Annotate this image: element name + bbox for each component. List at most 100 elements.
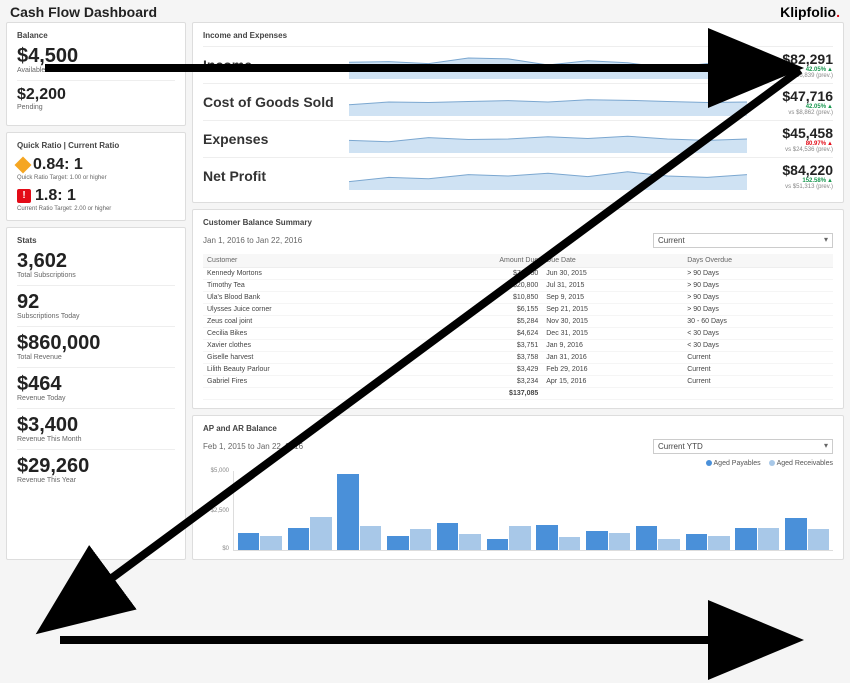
bar-receivables [758, 528, 779, 550]
stat-item: $860,000Total Revenue [17, 333, 175, 361]
bar-receivables [509, 526, 530, 550]
ap-ar-title: AP and AR Balance [203, 424, 833, 433]
bar-group [684, 471, 732, 550]
bar-group [535, 471, 583, 550]
bar-payables [288, 528, 309, 550]
income-right: $45,45880.97%vs $24,536 (prev.) [753, 125, 833, 153]
dashboard-container: Balance $4,500 Available $2,200 Pending … [0, 22, 850, 560]
stat-item: $29,260Revenue This Year [17, 456, 175, 484]
page-title: Cash Flow Dashboard [10, 4, 157, 20]
col-overdue[interactable]: Days Overdue [683, 254, 833, 268]
bar-payables [686, 534, 707, 550]
bar-payables [586, 531, 607, 550]
bar-group [734, 471, 782, 550]
income-prev: vs $51,313 (prev.) [753, 184, 833, 190]
table-row[interactable]: Cecilia Bikes$4,624Dec 31, 2015< 30 Days [203, 328, 833, 340]
left-column: Balance $4,500 Available $2,200 Pending … [6, 22, 186, 560]
bar-group [584, 471, 632, 550]
col-due[interactable]: Due Date [542, 254, 683, 268]
income-expenses-card: Income and Expenses Income $82,29142.05%v… [192, 22, 844, 203]
ap-ar-bar-chart [233, 471, 833, 551]
income-prev: vs $56,839 (prev.) [753, 73, 833, 79]
bar-payables [387, 536, 408, 550]
table-row[interactable]: Lilith Beauty Parlour$3,429Feb 29, 2016C… [203, 364, 833, 376]
bar-receivables [708, 536, 729, 550]
cb-date-range: Jan 1, 2016 to Jan 22, 2016 [203, 236, 302, 245]
table-total-row: $137,085 [203, 388, 833, 400]
stat-label: Revenue This Month [17, 436, 175, 443]
income-prev: vs $8,862 (prev.) [753, 110, 833, 116]
col-customer[interactable]: Customer [203, 254, 409, 268]
right-column: Income and Expenses Income $82,29142.05%v… [192, 22, 844, 560]
income-row: Net Profit$84,220152.58%vs $51,313 (prev… [203, 157, 833, 194]
sparkline-chart [349, 162, 747, 190]
stat-label: Total Subscriptions [17, 272, 175, 279]
alert-icon: ! [17, 189, 31, 203]
bar-group [336, 471, 384, 550]
bar-group [236, 471, 284, 550]
stat-value: 3,602 [17, 251, 175, 271]
quick-ratio-row: 0.84: 1 [17, 156, 175, 174]
stat-label: Subscriptions Today [17, 313, 175, 320]
diamond-icon [15, 157, 32, 174]
income-label: Income [203, 57, 343, 73]
bar-group [634, 471, 682, 550]
income-value: $82,291 [753, 51, 833, 67]
quick-ratio-value: 0.84: 1 [33, 156, 83, 174]
income-title: Income and Expenses [203, 31, 833, 40]
logo: Klipfolio. [780, 4, 840, 20]
bar-receivables [260, 536, 281, 550]
stat-value: $860,000 [17, 333, 175, 353]
sparkline-chart [349, 88, 747, 116]
balance-card: Balance $4,500 Available $2,200 Pending [6, 22, 186, 126]
bar-payables [487, 539, 508, 550]
income-label: Cost of Goods Sold [203, 94, 343, 110]
table-row[interactable]: Timothy Tea$20,800Jul 31, 2015> 90 Days [203, 280, 833, 292]
income-label: Expenses [203, 131, 343, 147]
table-row[interactable]: Kennedy Mortons$71,050Jun 30, 2015> 90 D… [203, 268, 833, 280]
stat-label: Total Revenue [17, 354, 175, 361]
income-right: $47,71642.05%vs $8,862 (prev.) [753, 88, 833, 116]
stat-value: 92 [17, 292, 175, 312]
income-right: $82,29142.05%vs $56,839 (prev.) [753, 51, 833, 79]
col-amount[interactable]: Amount Due [409, 254, 542, 268]
cb-select[interactable]: Current [653, 233, 833, 248]
table-row[interactable]: Xavier clothes$3,751Jan 9, 2016< 30 Days [203, 340, 833, 352]
customer-table: Customer Amount Due Due Date Days Overdu… [203, 254, 833, 400]
stats-card: Stats 3,602Total Subscriptions 92Subscrip… [6, 227, 186, 560]
table-row[interactable]: Ulysses Juice corner$6,155Sep 21, 2015> … [203, 304, 833, 316]
bar-payables [636, 526, 657, 550]
bar-group [485, 471, 533, 550]
table-row[interactable]: Ula's Blood Bank$10,850Sep 9, 2015> 90 D… [203, 292, 833, 304]
stat-item: $3,400Revenue This Month [17, 415, 175, 443]
bar-group [385, 471, 433, 550]
stats-title: Stats [17, 236, 175, 245]
bar-payables [536, 525, 557, 550]
balance-available-value: $4,500 [17, 46, 175, 66]
income-value: $45,458 [753, 125, 833, 141]
ap-ar-legend: Aged Payables Aged Receivables [203, 460, 833, 467]
ap-ar-select[interactable]: Current YTD [653, 439, 833, 454]
bar-receivables [310, 517, 331, 550]
bar-payables [785, 518, 806, 550]
stat-label: Revenue This Year [17, 477, 175, 484]
y-axis: $5,000 $2,500 $0 [203, 471, 231, 551]
income-row: Expenses $45,45880.97%vs $24,536 (prev.) [203, 120, 833, 157]
customer-balance-card: Customer Balance Summary Jan 1, 2016 to … [192, 209, 844, 409]
cb-title: Customer Balance Summary [203, 218, 833, 227]
table-row[interactable]: Zeus coal joint$5,284Nov 30, 201530 - 60… [203, 316, 833, 328]
ap-ar-card: AP and AR Balance Feb 1, 2015 to Jan 22,… [192, 415, 844, 560]
stat-value: $29,260 [17, 456, 175, 476]
stat-value: $3,400 [17, 415, 175, 435]
income-value: $47,716 [753, 88, 833, 104]
ratios-title: Quick Ratio | Current Ratio [17, 141, 175, 150]
balance-pending-label: Pending [17, 104, 175, 111]
bar-group [783, 471, 831, 550]
balance-pending-value: $2,200 [17, 87, 175, 103]
stat-value: $464 [17, 374, 175, 394]
table-row[interactable]: Giselle harvest$3,758Jan 31, 2016Current [203, 352, 833, 364]
ap-ar-date-range: Feb 1, 2015 to Jan 22, 2016 [203, 442, 303, 451]
current-ratio-row: ! 1.8: 1 [17, 187, 175, 205]
bar-group [286, 471, 334, 550]
table-row[interactable]: Gabriel Fires$3,234Apr 15, 2016Current [203, 376, 833, 388]
